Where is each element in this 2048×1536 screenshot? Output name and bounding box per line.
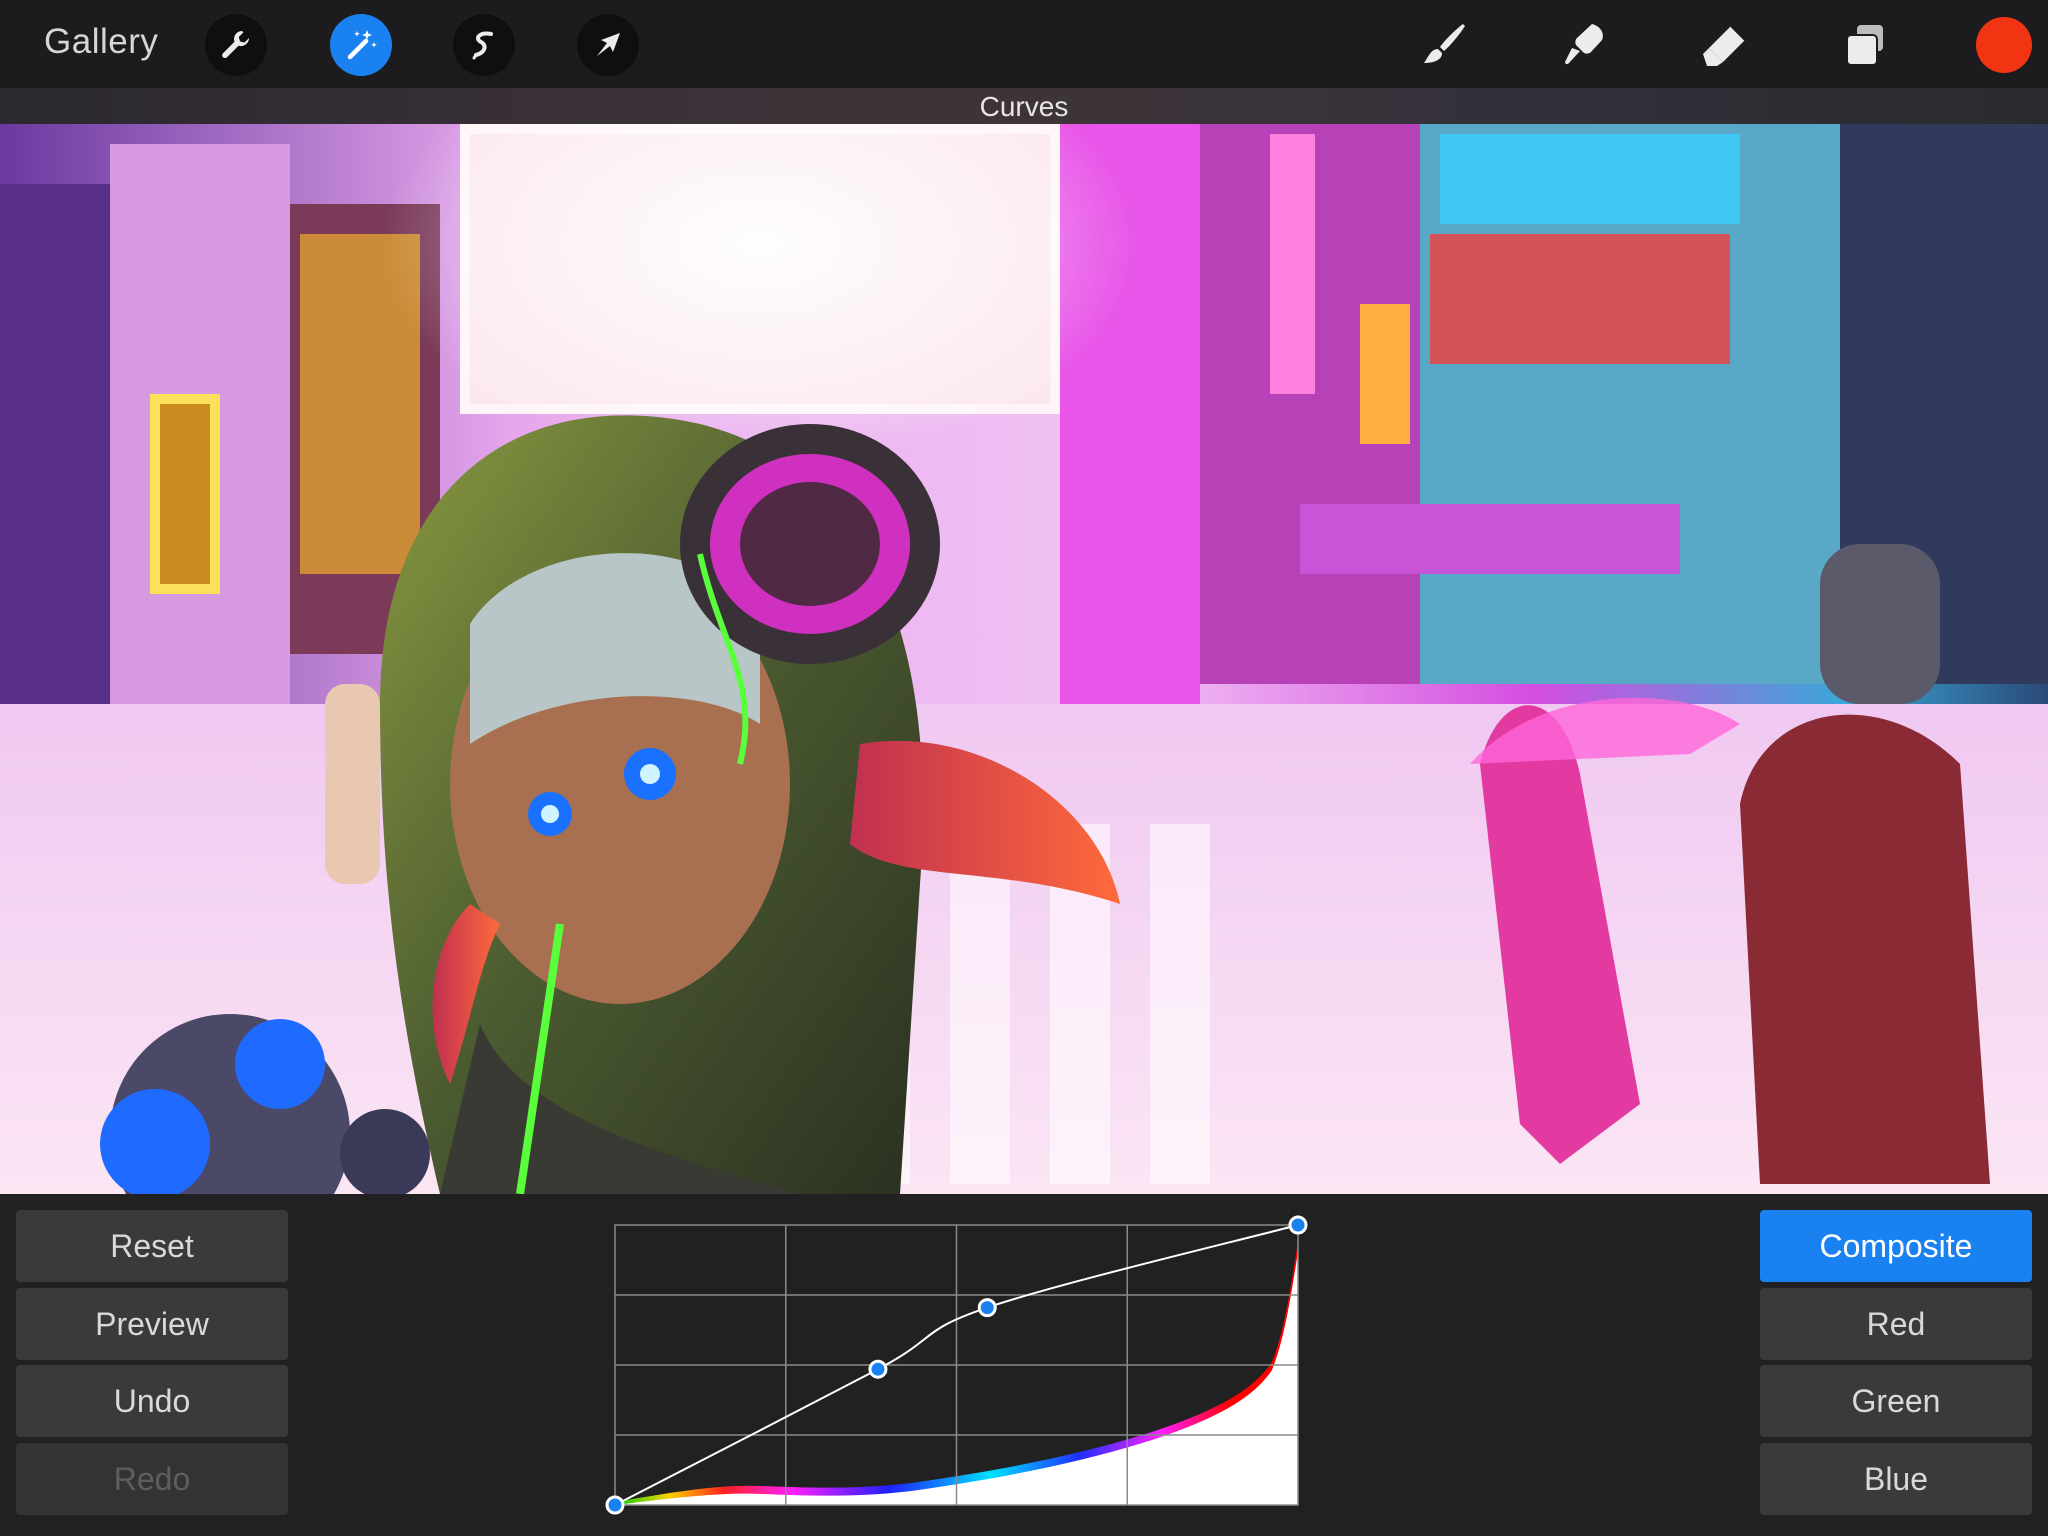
curve-graph[interactable]: [605, 1215, 1442, 1515]
reset-button[interactable]: Reset: [16, 1210, 288, 1282]
curve-control-point[interactable]: [605, 1495, 625, 1515]
channel-green-button[interactable]: Green: [1760, 1365, 2032, 1437]
preview-button[interactable]: Preview: [16, 1288, 288, 1360]
artwork-illustration: [0, 124, 2048, 1194]
smudge-icon[interactable]: [1553, 14, 1615, 76]
channel-composite-button[interactable]: Composite: [1760, 1210, 2032, 1282]
canvas[interactable]: [0, 124, 2048, 1194]
adjustment-title-bar: Curves: [0, 88, 2048, 124]
channel-red-button[interactable]: Red: [1760, 1288, 2032, 1360]
selection-icon[interactable]: [453, 14, 515, 76]
eraser-icon[interactable]: [1694, 14, 1756, 76]
transform-arrow-icon[interactable]: [577, 14, 639, 76]
color-swatch[interactable]: [1976, 17, 2032, 73]
channel-blue-button[interactable]: Blue: [1760, 1443, 2032, 1515]
gallery-button[interactable]: Gallery: [44, 22, 158, 62]
top-toolbar: Gallery: [0, 0, 2048, 88]
curve-control-point[interactable]: [977, 1298, 997, 1318]
curve-control-point[interactable]: [868, 1359, 888, 1379]
adjustment-title: Curves: [979, 91, 1069, 122]
layers-icon[interactable]: [1834, 14, 1896, 76]
redo-button[interactable]: Redo: [16, 1443, 288, 1515]
wrench-icon[interactable]: [205, 14, 267, 76]
brush-icon[interactable]: [1413, 14, 1475, 76]
curve-control-point[interactable]: [1288, 1215, 1308, 1235]
curve-editor[interactable]: [605, 1215, 1442, 1515]
undo-button[interactable]: Undo: [16, 1365, 288, 1437]
magic-wand-icon[interactable]: [330, 14, 392, 76]
